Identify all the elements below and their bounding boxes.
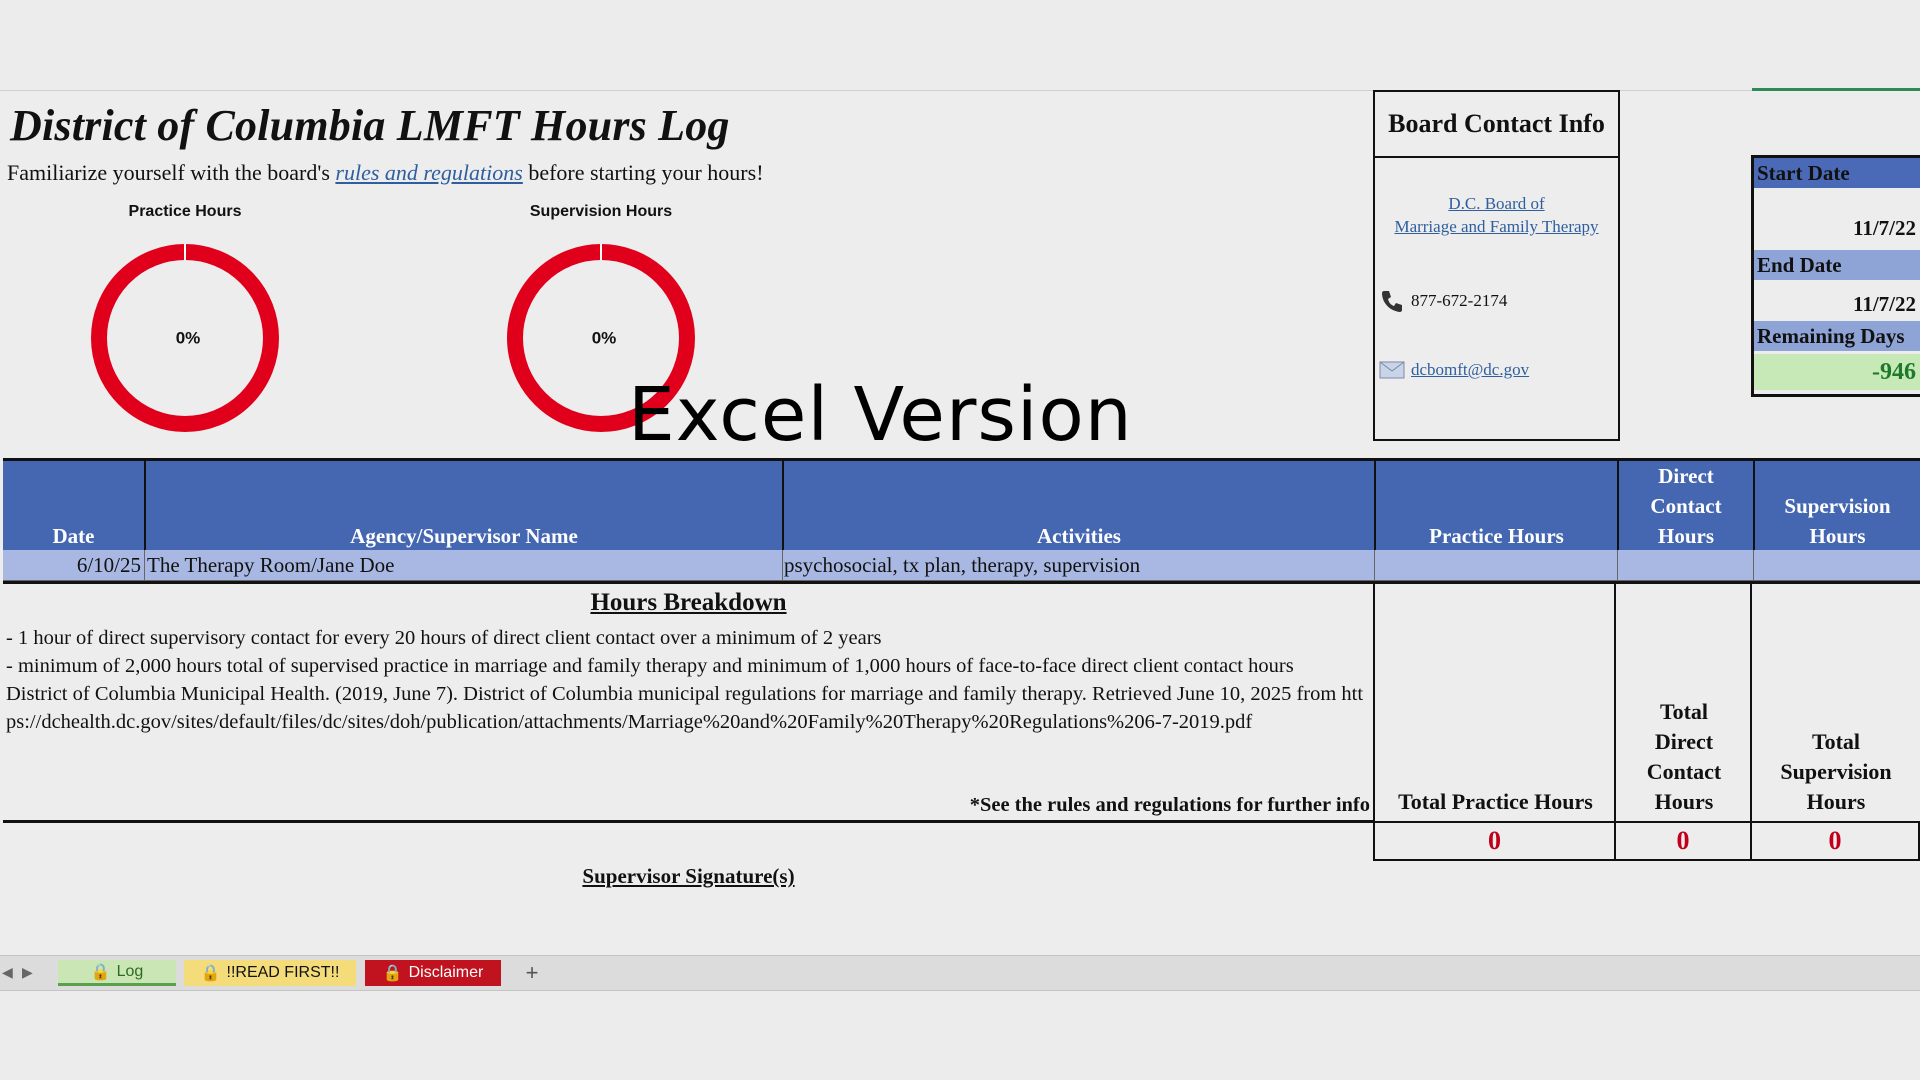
tab-log[interactable]: 🔒 Log: [58, 960, 176, 986]
subtitle: Familiarize yourself with the board's ru…: [7, 160, 764, 186]
header-activities: Activities: [1037, 524, 1121, 548]
email-link[interactable]: dcbomft@dc.gov: [1411, 360, 1529, 380]
total-supervision-value: 0: [1750, 821, 1920, 861]
row-activities[interactable]: psychosocial, tx plan, therapy, supervis…: [784, 553, 1140, 578]
table-header: Date Agency/Supervisor Name Activities P…: [3, 458, 1920, 553]
board-email: dcbomft@dc.gov: [1379, 360, 1529, 380]
board-link[interactable]: D.C. Board of Marriage and Family Therap…: [1375, 192, 1618, 238]
tab-disclaimer[interactable]: 🔒 Disclaimer: [365, 960, 501, 986]
phone-number: 877-672-2174: [1411, 291, 1508, 310]
total-direct-value: 0: [1614, 821, 1752, 861]
table-row: 6/10/25 The Therapy Room/Jane Doe psycho…: [3, 550, 1920, 581]
breakdown-title: Hours Breakdown: [590, 589, 787, 616]
practice-chart-title: Practice Hours: [128, 203, 242, 220]
total-supervision-label: Total Supervision Hours: [1750, 581, 1920, 821]
row-separator: [1617, 550, 1618, 580]
total-practice-label: Total Practice Hours: [1373, 581, 1616, 821]
start-date-value[interactable]: 11/7/22: [1754, 216, 1920, 241]
add-sheet-button[interactable]: +: [515, 960, 549, 986]
phone-icon: [1382, 291, 1402, 312]
row-date[interactable]: 6/10/25: [77, 553, 141, 578]
email-icon: [1379, 361, 1405, 379]
scroll-right-icon[interactable]: ▶: [22, 964, 33, 981]
header-practice-hours: Practice Hours: [1429, 524, 1564, 548]
header-date: Date: [52, 524, 95, 548]
subtitle-text: Familiarize yourself with the board's: [7, 160, 336, 185]
tab-log-label: Log: [116, 962, 144, 980]
header-agency: Agency/Supervisor Name: [350, 524, 578, 548]
row-separator: [1374, 550, 1375, 580]
board-link-line2[interactable]: Marriage and Family Therapy: [1375, 215, 1618, 238]
breakdown-text: - 1 hour of direct supervisory contact f…: [6, 624, 1371, 736]
breakdown-citation: District of Columbia Municipal Health. (…: [6, 683, 1364, 733]
breakdown-line2: - minimum of 2,000 hours total of superv…: [6, 655, 1294, 677]
board-contact-panel: Board Contact Info D.C. Board of Marriag…: [1373, 90, 1620, 441]
practice-percent: 0%: [176, 328, 201, 347]
supervision-chart-title: Supervision Hours: [529, 203, 673, 220]
row-agency[interactable]: The Therapy Room/Jane Doe: [147, 553, 394, 578]
end-date-value[interactable]: 11/7/22: [1754, 292, 1920, 317]
lock-icon: 🔒: [200, 965, 221, 982]
tab-disclaimer-label: Disclaimer: [408, 964, 484, 981]
remaining-days-label: Remaining Days: [1754, 321, 1920, 351]
end-date-label: End Date: [1754, 250, 1920, 280]
board-contact-heading: Board Contact Info: [1375, 92, 1618, 158]
remaining-days-value: -946: [1754, 354, 1920, 390]
lock-icon: 🔒: [90, 963, 111, 981]
start-date-label: Start Date: [1754, 158, 1920, 188]
subtitle-text-end: before starting your hours!: [522, 160, 764, 185]
hours-breakdown: Hours Breakdown - 1 hour of direct super…: [3, 581, 1374, 824]
excel-version-watermark: Excel Version: [628, 372, 1133, 458]
scroll-left-icon[interactable]: ◀: [2, 964, 13, 981]
breakdown-note: *See the rules and regulations for furth…: [969, 794, 1370, 816]
top-divider: [0, 90, 1920, 91]
page-title: District of Columbia LMFT Hours Log: [10, 101, 730, 150]
lock-icon: 🔒: [382, 965, 403, 982]
selected-cell-marker: [1752, 88, 1920, 91]
board-link-line1[interactable]: D.C. Board of: [1375, 192, 1618, 215]
row-separator: [782, 550, 783, 580]
tab-read-first-label: !!READ FIRST!!: [226, 964, 340, 981]
row-separator: [1753, 550, 1754, 580]
breakdown-bottom-border: [3, 820, 1374, 823]
total-practice-value: 0: [1373, 821, 1616, 861]
total-direct-label: Total Direct Contact Hours: [1614, 581, 1752, 821]
supervision-percent: 0%: [592, 328, 617, 347]
rules-link[interactable]: rules and regulations: [335, 160, 522, 185]
header-direct-contact-hours: Direct Contact Hours: [1650, 464, 1722, 548]
row-separator: [144, 550, 145, 580]
supervisor-signature-label: Supervisor Signature(s): [582, 864, 795, 888]
header-supervision-hours: Supervision Hours: [1784, 494, 1891, 548]
breakdown-line1: - 1 hour of direct supervisory contact f…: [6, 627, 882, 649]
board-phone: 877-672-2174: [1379, 288, 1507, 314]
date-panel: Start Date 11/7/22 End Date 11/7/22 Rema…: [1751, 155, 1920, 397]
tab-read-first[interactable]: 🔒 !!READ FIRST!!: [184, 960, 356, 986]
sheet-tab-bar: ◀ ▶ 🔒 Log 🔒 !!READ FIRST!! 🔒 Disclaimer …: [0, 955, 1920, 991]
practice-donut-chart[interactable]: 0%: [85, 238, 285, 438]
